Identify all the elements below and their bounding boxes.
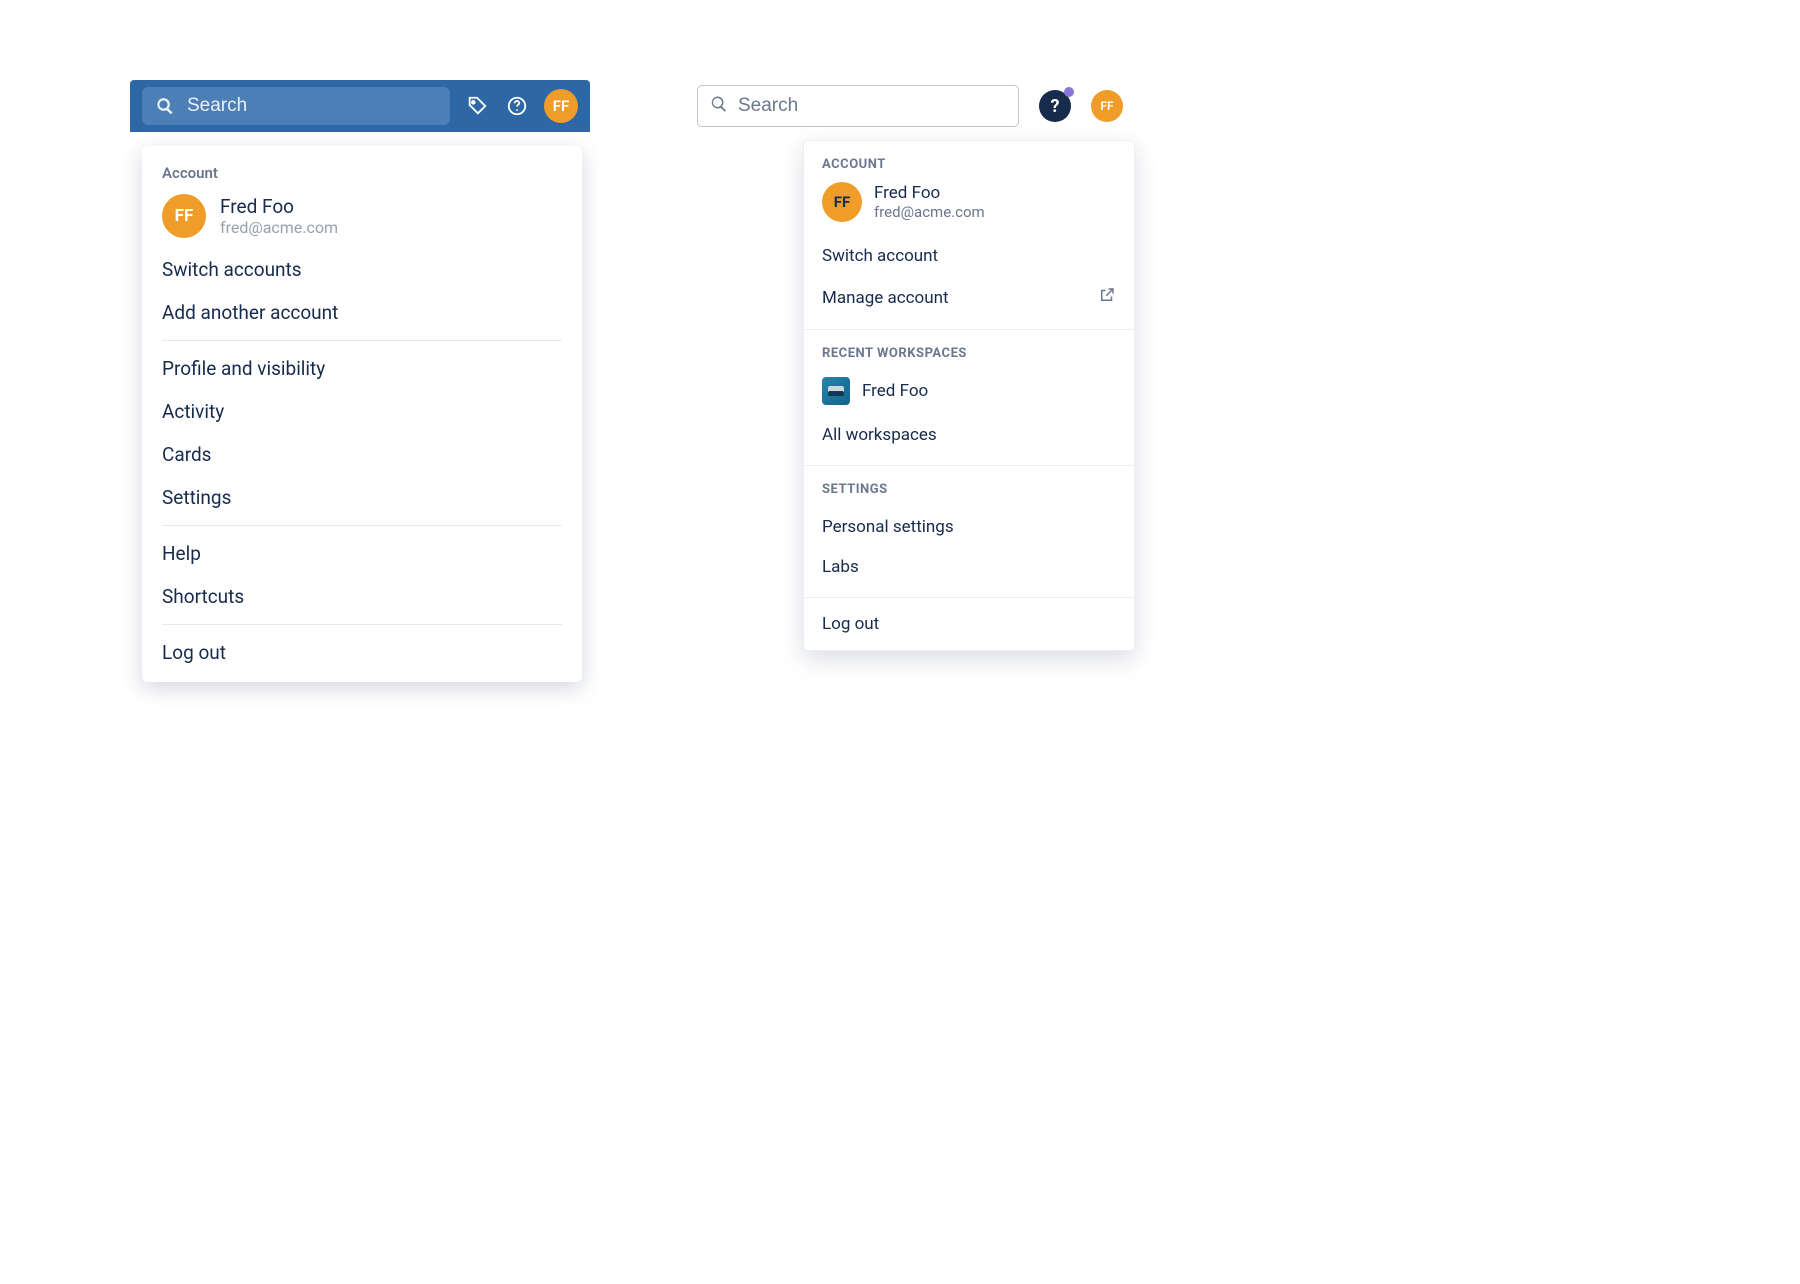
section-logout: Log out (804, 597, 1134, 650)
menu-help[interactable]: Help (142, 532, 582, 575)
menu-switch-account[interactable]: Switch account (822, 236, 1116, 276)
menu-logout-label: Log out (822, 614, 879, 634)
section-title-workspaces: Recent Workspaces (822, 346, 1116, 361)
avatar[interactable]: FF (1091, 90, 1123, 122)
panel-right: ? FF Account FF Fred Foo fred@acme.com S… (685, 80, 1135, 132)
menu-logout[interactable]: Log out (822, 614, 1116, 634)
account-name: Fred Foo (874, 183, 985, 203)
menu-profile-visibility[interactable]: Profile and visibility (142, 347, 582, 390)
search-box[interactable] (142, 87, 450, 125)
workspace-name: Fred Foo (862, 381, 928, 401)
account-menu-left: Account FF Fred Foo fred@acme.com Switch… (142, 146, 582, 682)
menu-switch-accounts[interactable]: Switch accounts (142, 248, 582, 291)
menu-cards[interactable]: Cards (142, 433, 582, 476)
menu-labs-label: Labs (822, 557, 859, 577)
divider (162, 624, 562, 625)
help-icon[interactable] (504, 93, 530, 119)
section-title-settings: Settings (822, 482, 1116, 497)
tag-icon[interactable] (464, 93, 490, 119)
account-identity[interactable]: FF Fred Foo fred@acme.com (822, 182, 1116, 222)
menu-shortcuts[interactable]: Shortcuts (142, 575, 582, 618)
search-input[interactable] (738, 95, 1006, 117)
account-name: Fred Foo (220, 195, 338, 218)
divider (162, 340, 562, 341)
workspace-tile-icon (822, 377, 850, 405)
menu-settings[interactable]: Settings (142, 476, 582, 519)
account-email: fred@acme.com (220, 218, 338, 237)
menu-all-workspaces[interactable]: All workspaces (822, 415, 1116, 455)
menu-all-workspaces-label: All workspaces (822, 425, 937, 445)
section-workspaces: Recent Workspaces Fred Foo All workspace… (804, 329, 1134, 465)
menu-switch-account-label: Switch account (822, 246, 938, 266)
section-settings: Settings Personal settings Labs (804, 465, 1134, 597)
menu-personal-settings-label: Personal settings (822, 517, 954, 537)
menu-manage-account-label: Manage account (822, 288, 949, 308)
header-bar-right: ? FF (685, 80, 1135, 132)
header-bar-left: FF (130, 80, 590, 132)
panel-left: FF Account FF Fred Foo fred@acme.com Swi… (130, 80, 590, 682)
menu-activity[interactable]: Activity (142, 390, 582, 433)
section-title-account: Account (822, 157, 1116, 172)
section-account: Account FF Fred Foo fred@acme.com Switch… (804, 141, 1134, 329)
help-icon[interactable]: ? (1039, 90, 1071, 122)
menu-manage-account[interactable]: Manage account (822, 276, 1116, 319)
search-input[interactable] (187, 95, 438, 117)
avatar-icon: FF (822, 182, 862, 222)
search-icon (710, 95, 728, 117)
workspace-item[interactable]: Fred Foo (822, 371, 1116, 415)
divider (162, 525, 562, 526)
notification-dot-icon (1064, 87, 1074, 97)
avatar-icon: FF (162, 194, 206, 238)
section-title-account: Account (142, 160, 582, 190)
account-email: fred@acme.com (874, 203, 985, 221)
account-identity[interactable]: FF Fred Foo fred@acme.com (142, 190, 582, 248)
external-link-icon (1098, 286, 1116, 309)
avatar[interactable]: FF (544, 89, 578, 123)
search-icon (154, 93, 177, 119)
search-box[interactable] (697, 85, 1019, 127)
menu-labs[interactable]: Labs (822, 547, 1116, 587)
account-menu-right: Account FF Fred Foo fred@acme.com Switch… (803, 140, 1135, 651)
menu-logout[interactable]: Log out (142, 631, 582, 674)
menu-personal-settings[interactable]: Personal settings (822, 507, 1116, 547)
menu-add-account[interactable]: Add another account (142, 291, 582, 334)
